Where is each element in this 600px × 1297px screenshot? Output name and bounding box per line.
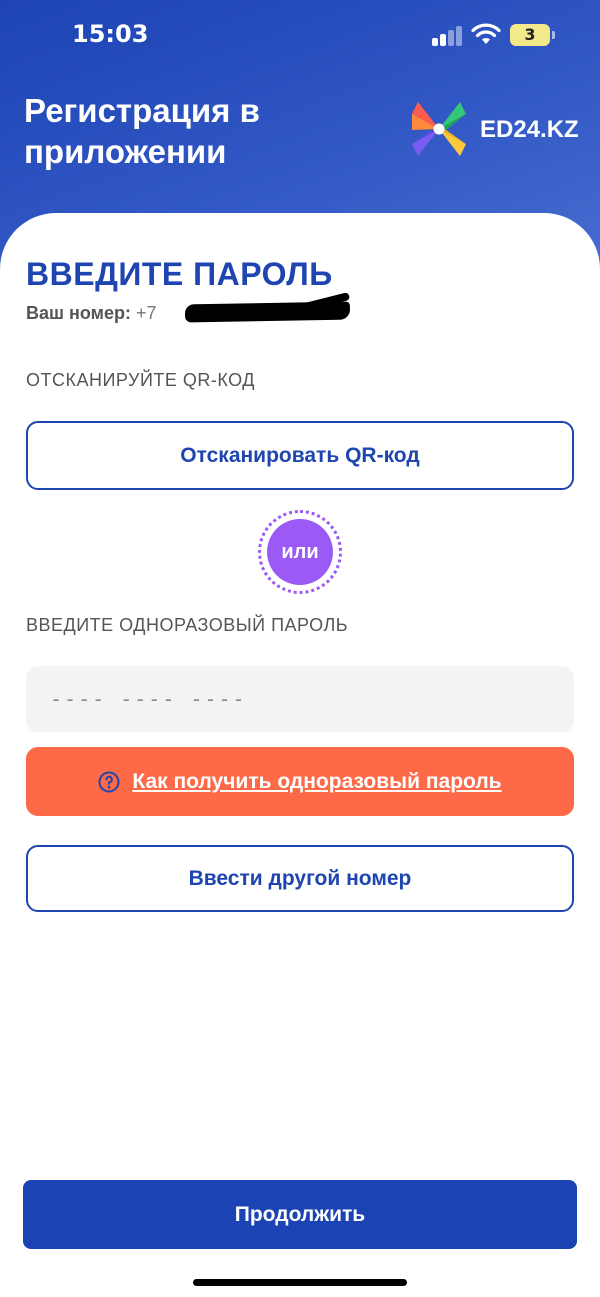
phone-label-text: Ваш номер: (26, 303, 131, 323)
home-indicator (193, 1279, 407, 1286)
otp-section-label: ВВЕДИТЕ ОДНОРАЗОВЫЙ ПАРОЛЬ (26, 615, 349, 635)
otp-help-button[interactable]: Как получить одноразовый пароль (26, 747, 574, 816)
scan-qr-button[interactable]: Отсканировать QR-код (26, 421, 574, 490)
otp-help-link[interactable]: Как получить одноразовый пароль (132, 770, 501, 794)
wifi-icon (471, 23, 501, 44)
phone-number-label: Ваш номер: +7 (26, 303, 157, 324)
form-title: ВВЕДИТЕ ПАРОЛЬ (26, 256, 333, 292)
otp-input[interactable] (26, 666, 574, 732)
app-logo-text: ED24.KZ (480, 116, 579, 143)
other-number-button[interactable]: Ввести другой номер (26, 845, 574, 912)
or-label: или (267, 519, 333, 585)
status-bar: 15:03 3 (0, 0, 600, 70)
or-divider-badge: или (258, 510, 342, 594)
phone-prefix: +7 (135, 303, 157, 323)
qr-section-label: ОТСКАНИРУЙТЕ QR-КОД (26, 370, 255, 390)
app-logo-icon (412, 102, 466, 156)
status-time: 15:03 (72, 20, 149, 48)
continue-button[interactable]: Продолжить (23, 1180, 577, 1249)
question-circle-icon (98, 771, 120, 792)
battery-tip (552, 31, 555, 39)
signal-icon (432, 26, 464, 46)
battery-icon: 3 (510, 24, 550, 46)
page-header-title: Регистрация в приложении (24, 92, 260, 170)
